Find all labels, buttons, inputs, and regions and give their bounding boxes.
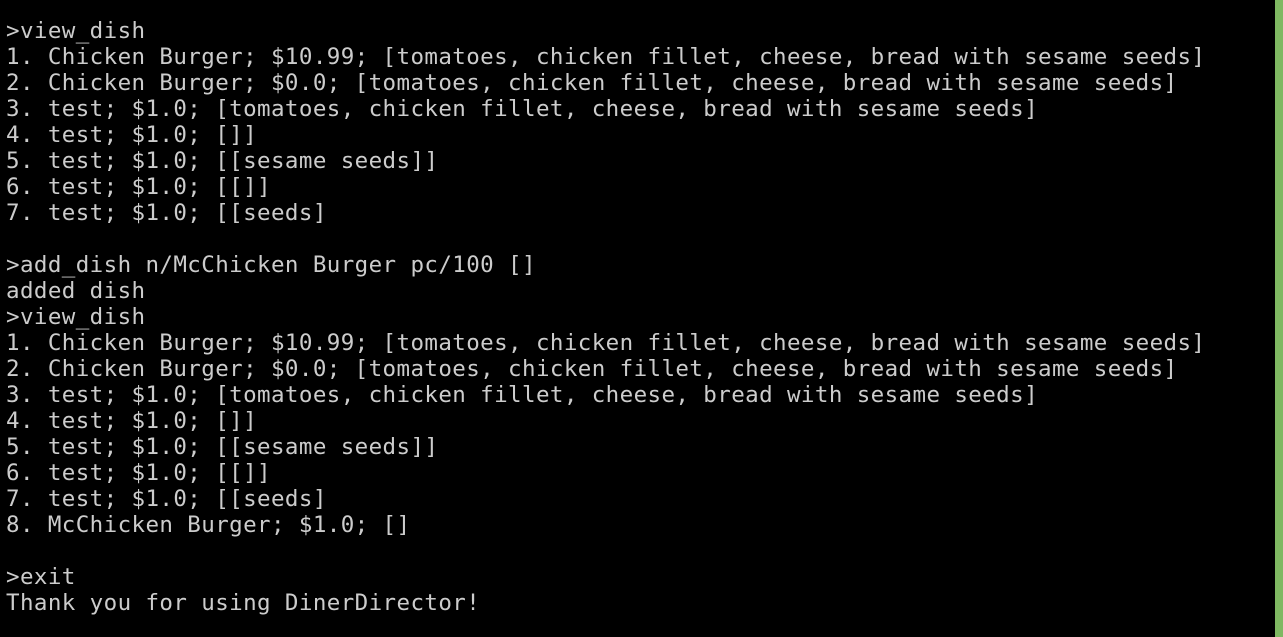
output-line: 5. test; $1.0; [[sesame seeds]] — [6, 434, 439, 460]
output-line: 1. Chicken Burger; $10.99; [tomatoes, ch… — [6, 44, 1206, 70]
output-line: 6. test; $1.0; [[]] — [6, 174, 271, 200]
output-line: 4. test; $1.0; []] — [6, 408, 258, 434]
output-line: added dish — [6, 278, 146, 304]
command-line: >view_dish — [6, 18, 146, 44]
output-line: 3. test; $1.0; [tomatoes, chicken fillet… — [6, 96, 1039, 122]
command-line: >add_dish n/McChicken Burger pc/100 [] — [6, 252, 536, 278]
output-line: 7. test; $1.0; [[seeds] — [6, 200, 327, 226]
output-line: 7. test; $1.0; [[seeds] — [6, 486, 327, 512]
window-scrollbar[interactable] — [1275, 0, 1283, 637]
command-line: >exit — [6, 564, 76, 590]
output-line: 6. test; $1.0; [[]] — [6, 460, 271, 486]
output-line: Thank you for using DinerDirector! — [6, 590, 481, 616]
output-line: 1. Chicken Burger; $10.99; [tomatoes, ch… — [6, 330, 1206, 356]
output-line: 3. test; $1.0; [tomatoes, chicken fillet… — [6, 382, 1039, 408]
output-line: 2. Chicken Burger; $0.0; [tomatoes, chic… — [6, 356, 1178, 382]
output-line: 8. McChicken Burger; $1.0; [] — [6, 512, 411, 538]
terminal-output[interactable]: >view_dish 1. Chicken Burger; $10.99; [t… — [0, 0, 1275, 637]
output-line: 5. test; $1.0; [[sesame seeds]] — [6, 148, 439, 174]
command-line: >view_dish — [6, 304, 146, 330]
output-line: 2. Chicken Burger; $0.0; [tomatoes, chic… — [6, 70, 1178, 96]
output-line: 4. test; $1.0; []] — [6, 122, 258, 148]
